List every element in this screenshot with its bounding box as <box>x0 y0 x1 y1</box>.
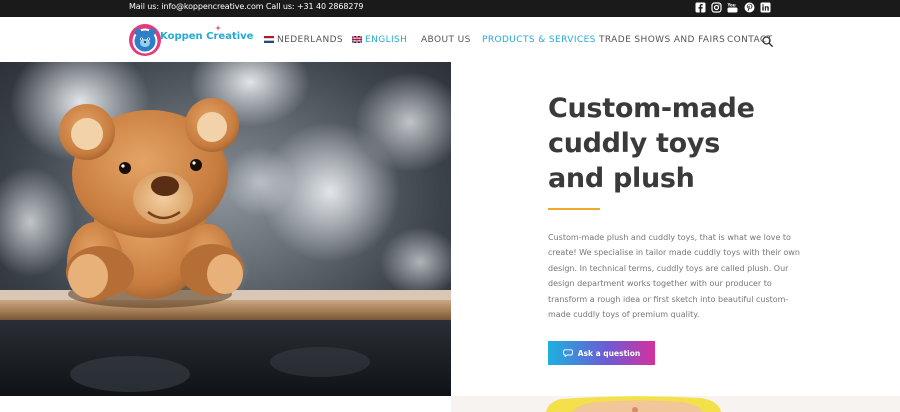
page-title: Custom-made cuddly toys and plush <box>548 93 755 194</box>
nav-item-label: ENGLISH <box>365 35 408 45</box>
linkedin-icon[interactable] <box>760 2 771 13</box>
logo-mascot-icon <box>129 24 161 56</box>
brand-logo[interactable]: Koppen Creative <box>128 22 253 58</box>
teddy-bear-photo <box>0 62 451 396</box>
nav-item-products-services[interactable]: PRODUCTS & SERVICES <box>482 35 596 45</box>
ask-question-button[interactable]: Ask a question <box>548 341 655 365</box>
hero-content: Custom-made cuddly toys and plush Custom… <box>451 62 900 396</box>
hero-image <box>0 62 451 396</box>
nav-item-label: TRADE SHOWS AND FAIRS <box>599 35 726 45</box>
section-spacer <box>0 396 451 412</box>
brand-name: Koppen Creative <box>160 31 254 42</box>
title-divider <box>548 208 600 210</box>
uk-flag-icon <box>352 36 362 43</box>
cta-label: Ask a question <box>577 348 641 358</box>
facebook-icon[interactable] <box>695 2 706 13</box>
nav-item-label: PRODUCTS & SERVICES <box>482 35 596 45</box>
netherlands-flag-icon <box>264 36 274 43</box>
plush-toy-peek-image <box>546 396 721 412</box>
nav-item-label: NEDERLANDS <box>277 35 344 45</box>
top-bar: Mail us: info@koppencreative.com Call us… <box>0 0 900 17</box>
nav-item-english[interactable]: ENGLISH <box>352 35 407 45</box>
youtube-icon[interactable]: You <box>727 2 738 13</box>
sparkle-icon <box>215 25 221 31</box>
chat-bubble-icon <box>562 349 573 357</box>
search-icon[interactable] <box>762 34 773 47</box>
nav-item-label: ABOUT US <box>421 35 471 45</box>
pinterest-icon[interactable] <box>744 2 755 13</box>
instagram-icon[interactable] <box>711 2 722 13</box>
contact-info: Mail us: info@koppencreative.com Call us… <box>129 2 364 11</box>
nav-item-trade-shows[interactable]: TRADE SHOWS AND FAIRS <box>599 35 725 45</box>
hero-description: Custom-made plush and cuddly toys, that … <box>548 233 800 320</box>
svg-text:You: You <box>727 3 736 8</box>
nav-item-about-us[interactable]: ABOUT US <box>421 35 471 45</box>
nav-item-nederlands[interactable]: NEDERLANDS <box>264 35 343 45</box>
site-header: Koppen Creative NEDERLANDS ENGLISH ABOUT… <box>0 17 900 62</box>
next-section-image <box>451 396 900 412</box>
